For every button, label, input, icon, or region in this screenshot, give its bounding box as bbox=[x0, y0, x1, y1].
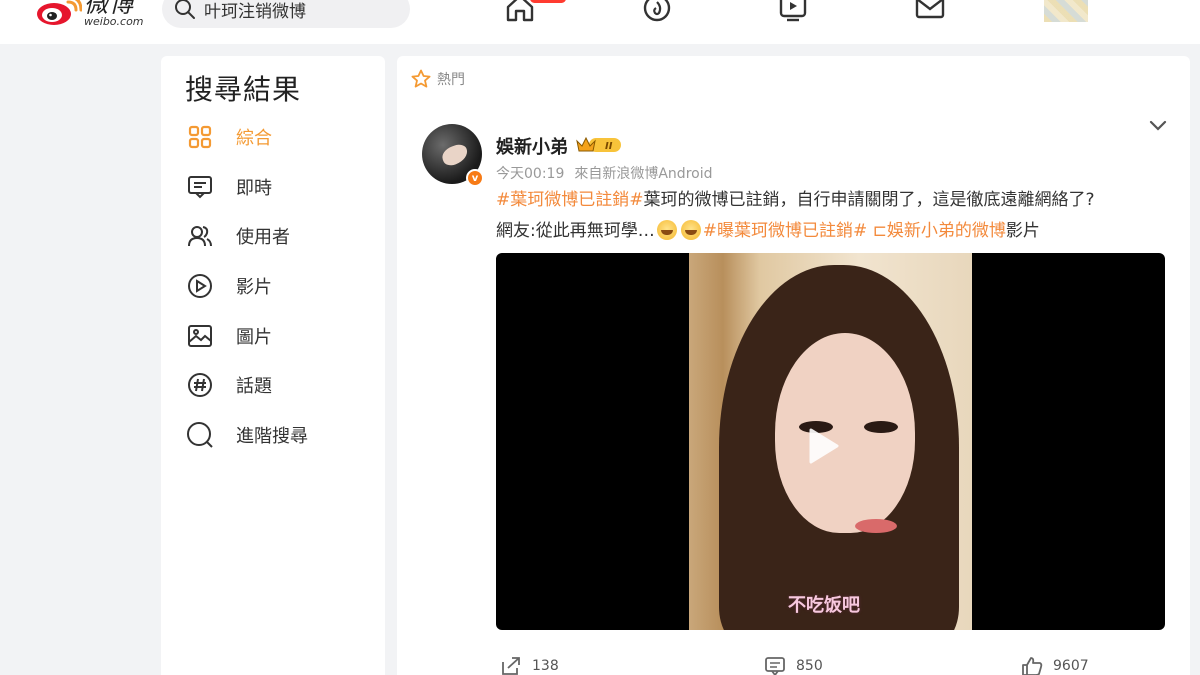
user-avatar[interactable] bbox=[1044, 0, 1088, 22]
notification-badge bbox=[530, 0, 566, 3]
search-icon bbox=[185, 420, 215, 450]
thumbs-up-icon bbox=[1022, 657, 1043, 675]
sidebar-item-realtime[interactable]: 即時 bbox=[185, 170, 375, 204]
users-icon bbox=[185, 221, 215, 251]
home-icon[interactable] bbox=[503, 0, 537, 24]
repost-count: 138 bbox=[532, 658, 559, 674]
image-icon bbox=[185, 321, 215, 351]
hashtag-link[interactable]: #葉珂微博已註銷# bbox=[496, 190, 644, 210]
sidebar-item-topics[interactable]: 話題 bbox=[185, 368, 375, 402]
comment-count: 850 bbox=[796, 658, 823, 674]
hot-section-header: 熱門 bbox=[411, 69, 465, 89]
search-results-sidebar: 搜尋結果 綜合 即時 使用者 影片 圖片 話題 進階搜尋 bbox=[161, 56, 385, 675]
video-subtitle: 不吃饭吧 bbox=[788, 595, 860, 616]
star-icon bbox=[411, 69, 431, 88]
search-input[interactable]: 叶珂注销微博 bbox=[204, 0, 306, 22]
comment-button[interactable]: 850 bbox=[764, 656, 823, 675]
weibo-logo[interactable]: 微博 weibo.com bbox=[34, 0, 144, 28]
like-button[interactable]: 9607 bbox=[1021, 656, 1089, 675]
svg-text:II: II bbox=[605, 141, 613, 152]
post-source: 來自新浪微博Android bbox=[574, 166, 713, 182]
video-suffix: 影片 bbox=[1005, 221, 1040, 241]
weibo-post-card: 熱門 v 娛新小弟 II 今天00:19 來自新浪微博Android #葉珂微博已… bbox=[397, 56, 1190, 675]
play-circle-icon bbox=[185, 271, 215, 301]
hot-flame-icon[interactable] bbox=[640, 0, 674, 24]
top-bar: 微博 weibo.com 叶珂注销微博 bbox=[0, 0, 1200, 44]
laugh-cry-emoji-icon bbox=[680, 220, 701, 240]
weibo-eye-icon bbox=[37, 0, 82, 25]
member-crown-icon: II bbox=[576, 136, 621, 152]
hot-label: 熱門 bbox=[437, 72, 465, 88]
repost-icon bbox=[502, 657, 520, 675]
hashtag-icon bbox=[185, 370, 215, 400]
comment-icon bbox=[765, 657, 785, 675]
hashtag-link[interactable]: #曝葉珂微博已註銷# bbox=[703, 221, 868, 241]
sidebar-item-video[interactable]: 影片 bbox=[185, 269, 375, 303]
sidebar-item-label: 使用者 bbox=[236, 227, 290, 248]
post-meta: 今天00:19 來自新浪微博Android bbox=[496, 163, 723, 183]
sidebar-item-label: 影片 bbox=[236, 277, 272, 298]
sidebar-title: 搜尋結果 bbox=[185, 73, 302, 106]
post-author-name[interactable]: 娛新小弟 bbox=[496, 133, 568, 159]
like-count: 9607 bbox=[1053, 658, 1089, 674]
post-text-line2: 網友:從此再無珂學… bbox=[496, 221, 655, 241]
video-icon[interactable] bbox=[776, 0, 810, 24]
sidebar-item-label: 進階搜尋 bbox=[236, 426, 308, 447]
sidebar-item-label: 話題 bbox=[236, 376, 272, 397]
play-icon[interactable] bbox=[793, 418, 849, 474]
mail-icon[interactable] bbox=[913, 0, 947, 24]
sidebar-item-label: 綜合 bbox=[236, 128, 272, 149]
repost-button[interactable]: 138 bbox=[500, 656, 559, 675]
sidebar-item-images[interactable]: 圖片 bbox=[185, 319, 375, 353]
verified-badge-icon: v bbox=[466, 169, 484, 187]
chat-list-icon bbox=[185, 172, 215, 202]
video-link[interactable]: ⊏娛新小弟的微博 bbox=[867, 221, 1006, 241]
search-box[interactable]: 叶珂注销微博 bbox=[162, 0, 410, 28]
post-text: #葉珂微博已註銷#葉珂的微博已註銷，自行申請關閉了，這是徹底遠離網絡了? 網友:… bbox=[496, 185, 1176, 247]
post-text-line1: 葉珂的微博已註銷，自行申請關閉了，這是徹底遠離網絡了? bbox=[643, 190, 1095, 210]
sidebar-item-advanced-search[interactable]: 進階搜尋 bbox=[185, 418, 375, 452]
sidebar-item-label: 即時 bbox=[236, 178, 272, 199]
chevron-down-icon[interactable] bbox=[1147, 114, 1169, 136]
post-time[interactable]: 今天00:19 bbox=[496, 166, 564, 182]
grid-icon bbox=[185, 122, 215, 152]
laugh-cry-emoji-icon bbox=[656, 220, 677, 240]
video-player[interactable]: 不吃饭吧 bbox=[496, 253, 1165, 630]
search-icon bbox=[175, 0, 195, 19]
sidebar-item-overview[interactable]: 綜合 bbox=[185, 120, 375, 154]
sidebar-item-users[interactable]: 使用者 bbox=[185, 219, 375, 253]
sidebar-item-label: 圖片 bbox=[236, 327, 272, 348]
